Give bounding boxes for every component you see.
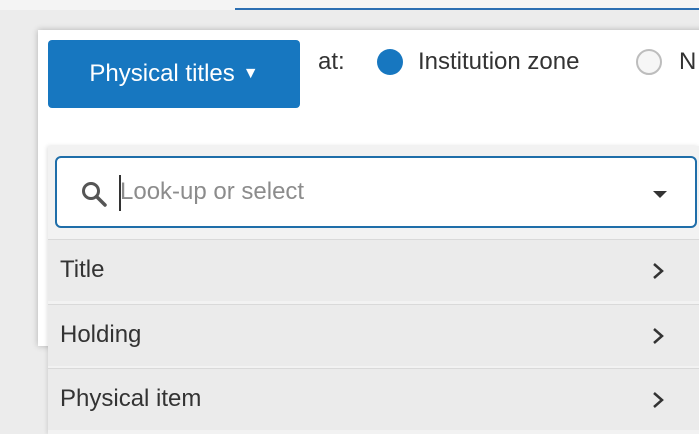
other-zone-label[interactable]: N bbox=[679, 48, 696, 76]
menu-item-label: Holding bbox=[60, 321, 142, 348]
caret-down-icon: ▼ bbox=[242, 65, 259, 82]
search-type-label: Physical titles bbox=[89, 60, 235, 87]
menu-item-label: Title bbox=[60, 256, 105, 283]
menu-item-title[interactable]: Title bbox=[48, 239, 699, 301]
zone-prefix-label: at: bbox=[318, 48, 345, 75]
chevron-right-icon bbox=[653, 392, 664, 408]
chevron-right-icon bbox=[653, 328, 664, 344]
text-cursor bbox=[119, 175, 121, 211]
lookup-select-input[interactable]: Look-up or select bbox=[55, 156, 697, 228]
institution-zone-radio[interactable] bbox=[377, 49, 403, 75]
header-underline bbox=[235, 8, 699, 10]
menu-item-physical-item[interactable]: Physical item bbox=[48, 368, 699, 430]
other-zone-radio[interactable] bbox=[636, 49, 662, 75]
lookup-placeholder: Look-up or select bbox=[120, 178, 305, 205]
menu-item-label: Physical item bbox=[60, 385, 202, 412]
menu-item-holding[interactable]: Holding bbox=[48, 304, 699, 366]
chevron-right-icon bbox=[653, 263, 664, 279]
dropdown-caret-icon[interactable] bbox=[653, 191, 667, 198]
search-icon bbox=[82, 182, 107, 207]
institution-zone-label[interactable]: Institution zone bbox=[418, 48, 579, 76]
search-type-button[interactable]: Physical titles ▼ bbox=[48, 40, 300, 108]
